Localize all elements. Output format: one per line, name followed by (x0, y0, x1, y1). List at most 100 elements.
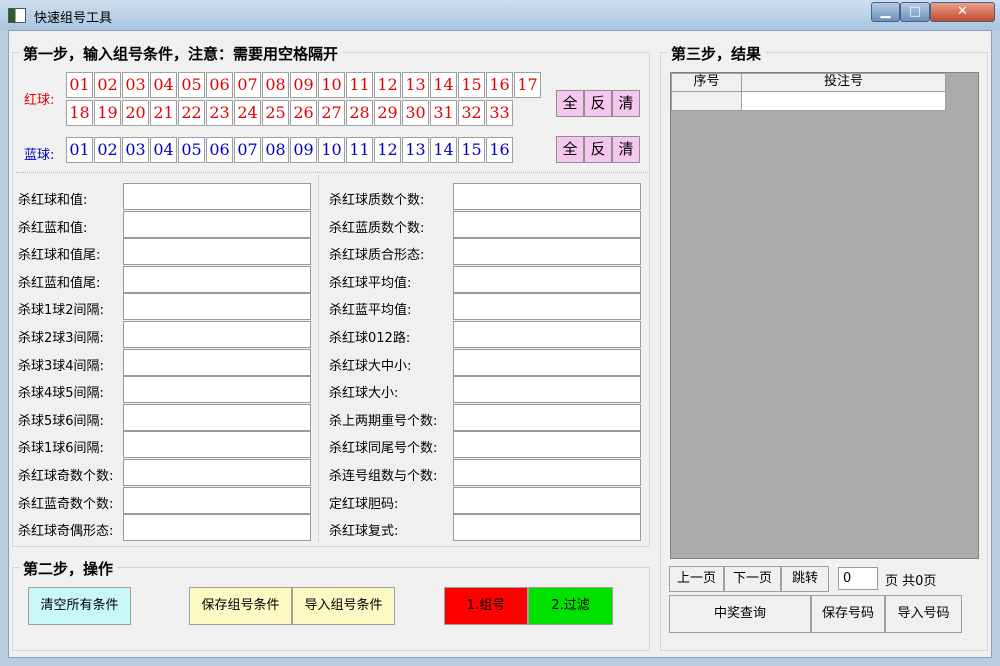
red-ball-09[interactable]: 09 (290, 72, 317, 98)
filter-button[interactable]: 2.过滤 (528, 587, 613, 625)
red-ball-10[interactable]: 10 (318, 72, 345, 98)
import-numbers-button[interactable]: 导入号码 (885, 595, 962, 633)
red-ball-25[interactable]: 25 (262, 100, 289, 126)
page-number-input[interactable]: 0 (838, 567, 878, 590)
blue-ball-05[interactable]: 05 (178, 137, 205, 163)
red-ball-31[interactable]: 31 (430, 100, 457, 126)
blue-invert-button[interactable]: 反 (584, 136, 612, 163)
red-ball-23[interactable]: 23 (206, 100, 233, 126)
blue-ball-03[interactable]: 03 (122, 137, 149, 163)
red-ball-12[interactable]: 12 (374, 72, 401, 98)
maximize-button[interactable]: □ (900, 2, 930, 22)
condition-input-right-12[interactable] (453, 486, 641, 514)
condition-input-left-6[interactable] (123, 321, 311, 348)
red-ball-03[interactable]: 03 (122, 72, 149, 98)
save-numbers-button[interactable]: 保存号码 (811, 595, 885, 633)
blue-clear-button[interactable]: 清 (612, 136, 640, 163)
blue-ball-06[interactable]: 06 (206, 137, 233, 163)
red-ball-21[interactable]: 21 (150, 100, 177, 126)
condition-input-left-11[interactable] (123, 459, 311, 486)
jump-button[interactable]: 跳转 (781, 566, 829, 592)
red-ball-29[interactable]: 29 (374, 100, 401, 126)
condition-input-left-4[interactable] (123, 265, 311, 293)
condition-input-right-5[interactable] (453, 293, 641, 321)
save-conditions-button[interactable]: 保存组号条件 (189, 587, 292, 625)
condition-input-left-5[interactable] (123, 293, 311, 321)
condition-input-right-6[interactable] (453, 321, 641, 348)
condition-input-right-1[interactable] (453, 183, 641, 210)
blue-ball-01[interactable]: 01 (66, 137, 93, 163)
red-clear-button[interactable]: 清 (612, 90, 640, 117)
red-ball-13[interactable]: 13 (402, 72, 429, 98)
red-ball-15[interactable]: 15 (458, 72, 485, 98)
blue-ball-16[interactable]: 16 (486, 137, 513, 163)
red-ball-33[interactable]: 33 (486, 100, 513, 126)
red-ball-07[interactable]: 07 (234, 72, 261, 98)
condition-input-right-8[interactable] (453, 376, 641, 404)
red-ball-18[interactable]: 18 (66, 100, 93, 126)
results-grid[interactable] (670, 72, 979, 559)
condition-input-left-13[interactable] (123, 514, 311, 542)
blue-ball-07[interactable]: 07 (234, 137, 261, 163)
red-ball-17[interactable]: 17 (514, 72, 541, 98)
red-ball-30[interactable]: 30 (402, 100, 429, 126)
import-conditions-button[interactable]: 导入组号条件 (292, 587, 395, 625)
column-header-index[interactable]: 序号 (671, 73, 742, 92)
condition-input-right-2[interactable] (453, 210, 641, 238)
red-ball-05[interactable]: 05 (178, 72, 205, 98)
red-ball-26[interactable]: 26 (290, 100, 317, 126)
condition-input-left-9[interactable] (123, 403, 311, 431)
combine-button[interactable]: 1.组号 (444, 587, 528, 625)
red-ball-20[interactable]: 20 (122, 100, 149, 126)
blue-ball-09[interactable]: 09 (290, 137, 317, 163)
next-page-button[interactable]: 下一页 (724, 566, 781, 592)
red-ball-19[interactable]: 19 (94, 100, 121, 126)
red-ball-04[interactable]: 04 (150, 72, 177, 98)
red-ball-27[interactable]: 27 (318, 100, 345, 126)
red-ball-01[interactable]: 01 (66, 72, 93, 98)
blue-ball-08[interactable]: 08 (262, 137, 289, 163)
red-ball-11[interactable]: 11 (346, 72, 373, 98)
condition-input-right-3[interactable] (453, 238, 641, 266)
condition-input-right-9[interactable] (453, 403, 641, 431)
condition-input-left-3[interactable] (123, 238, 311, 266)
blue-ball-11[interactable]: 11 (346, 137, 373, 163)
clear-all-conditions-button[interactable]: 清空所有条件 (28, 587, 131, 625)
blue-ball-04[interactable]: 04 (150, 137, 177, 163)
ticket-cell[interactable] (741, 91, 946, 111)
red-ball-32[interactable]: 32 (458, 100, 485, 126)
red-ball-14[interactable]: 14 (430, 72, 457, 98)
condition-input-right-10[interactable] (453, 431, 641, 459)
minimize-button[interactable]: ▁ (871, 2, 900, 22)
red-ball-16[interactable]: 16 (486, 72, 513, 98)
blue-ball-14[interactable]: 14 (430, 137, 457, 163)
condition-input-right-4[interactable] (453, 265, 641, 293)
condition-input-left-2[interactable] (123, 210, 311, 238)
red-select-all-button[interactable]: 全 (556, 90, 584, 117)
blue-select-all-button[interactable]: 全 (556, 136, 584, 163)
condition-input-right-13[interactable] (453, 514, 641, 542)
blue-ball-12[interactable]: 12 (374, 137, 401, 163)
blue-ball-10[interactable]: 10 (318, 137, 345, 163)
red-ball-28[interactable]: 28 (346, 100, 373, 126)
blue-ball-02[interactable]: 02 (94, 137, 121, 163)
red-ball-08[interactable]: 08 (262, 72, 289, 98)
red-ball-06[interactable]: 06 (206, 72, 233, 98)
blue-ball-15[interactable]: 15 (458, 137, 485, 163)
red-ball-02[interactable]: 02 (94, 72, 121, 98)
condition-input-left-10[interactable] (123, 431, 311, 459)
condition-input-right-11[interactable] (453, 459, 641, 486)
condition-input-left-12[interactable] (123, 486, 311, 514)
column-header-ticket[interactable]: 投注号 (741, 73, 946, 92)
condition-input-left-8[interactable] (123, 376, 311, 404)
condition-input-left-1[interactable] (123, 183, 311, 210)
red-invert-button[interactable]: 反 (584, 90, 612, 117)
red-ball-24[interactable]: 24 (234, 100, 261, 126)
red-ball-22[interactable]: 22 (178, 100, 205, 126)
prize-query-button[interactable]: 中奖查询 (669, 595, 811, 633)
blue-ball-13[interactable]: 13 (402, 137, 429, 163)
close-button[interactable]: ✕ (930, 2, 995, 22)
condition-input-right-7[interactable] (453, 348, 641, 376)
prev-page-button[interactable]: 上一页 (669, 566, 724, 592)
row-header[interactable] (671, 91, 742, 111)
